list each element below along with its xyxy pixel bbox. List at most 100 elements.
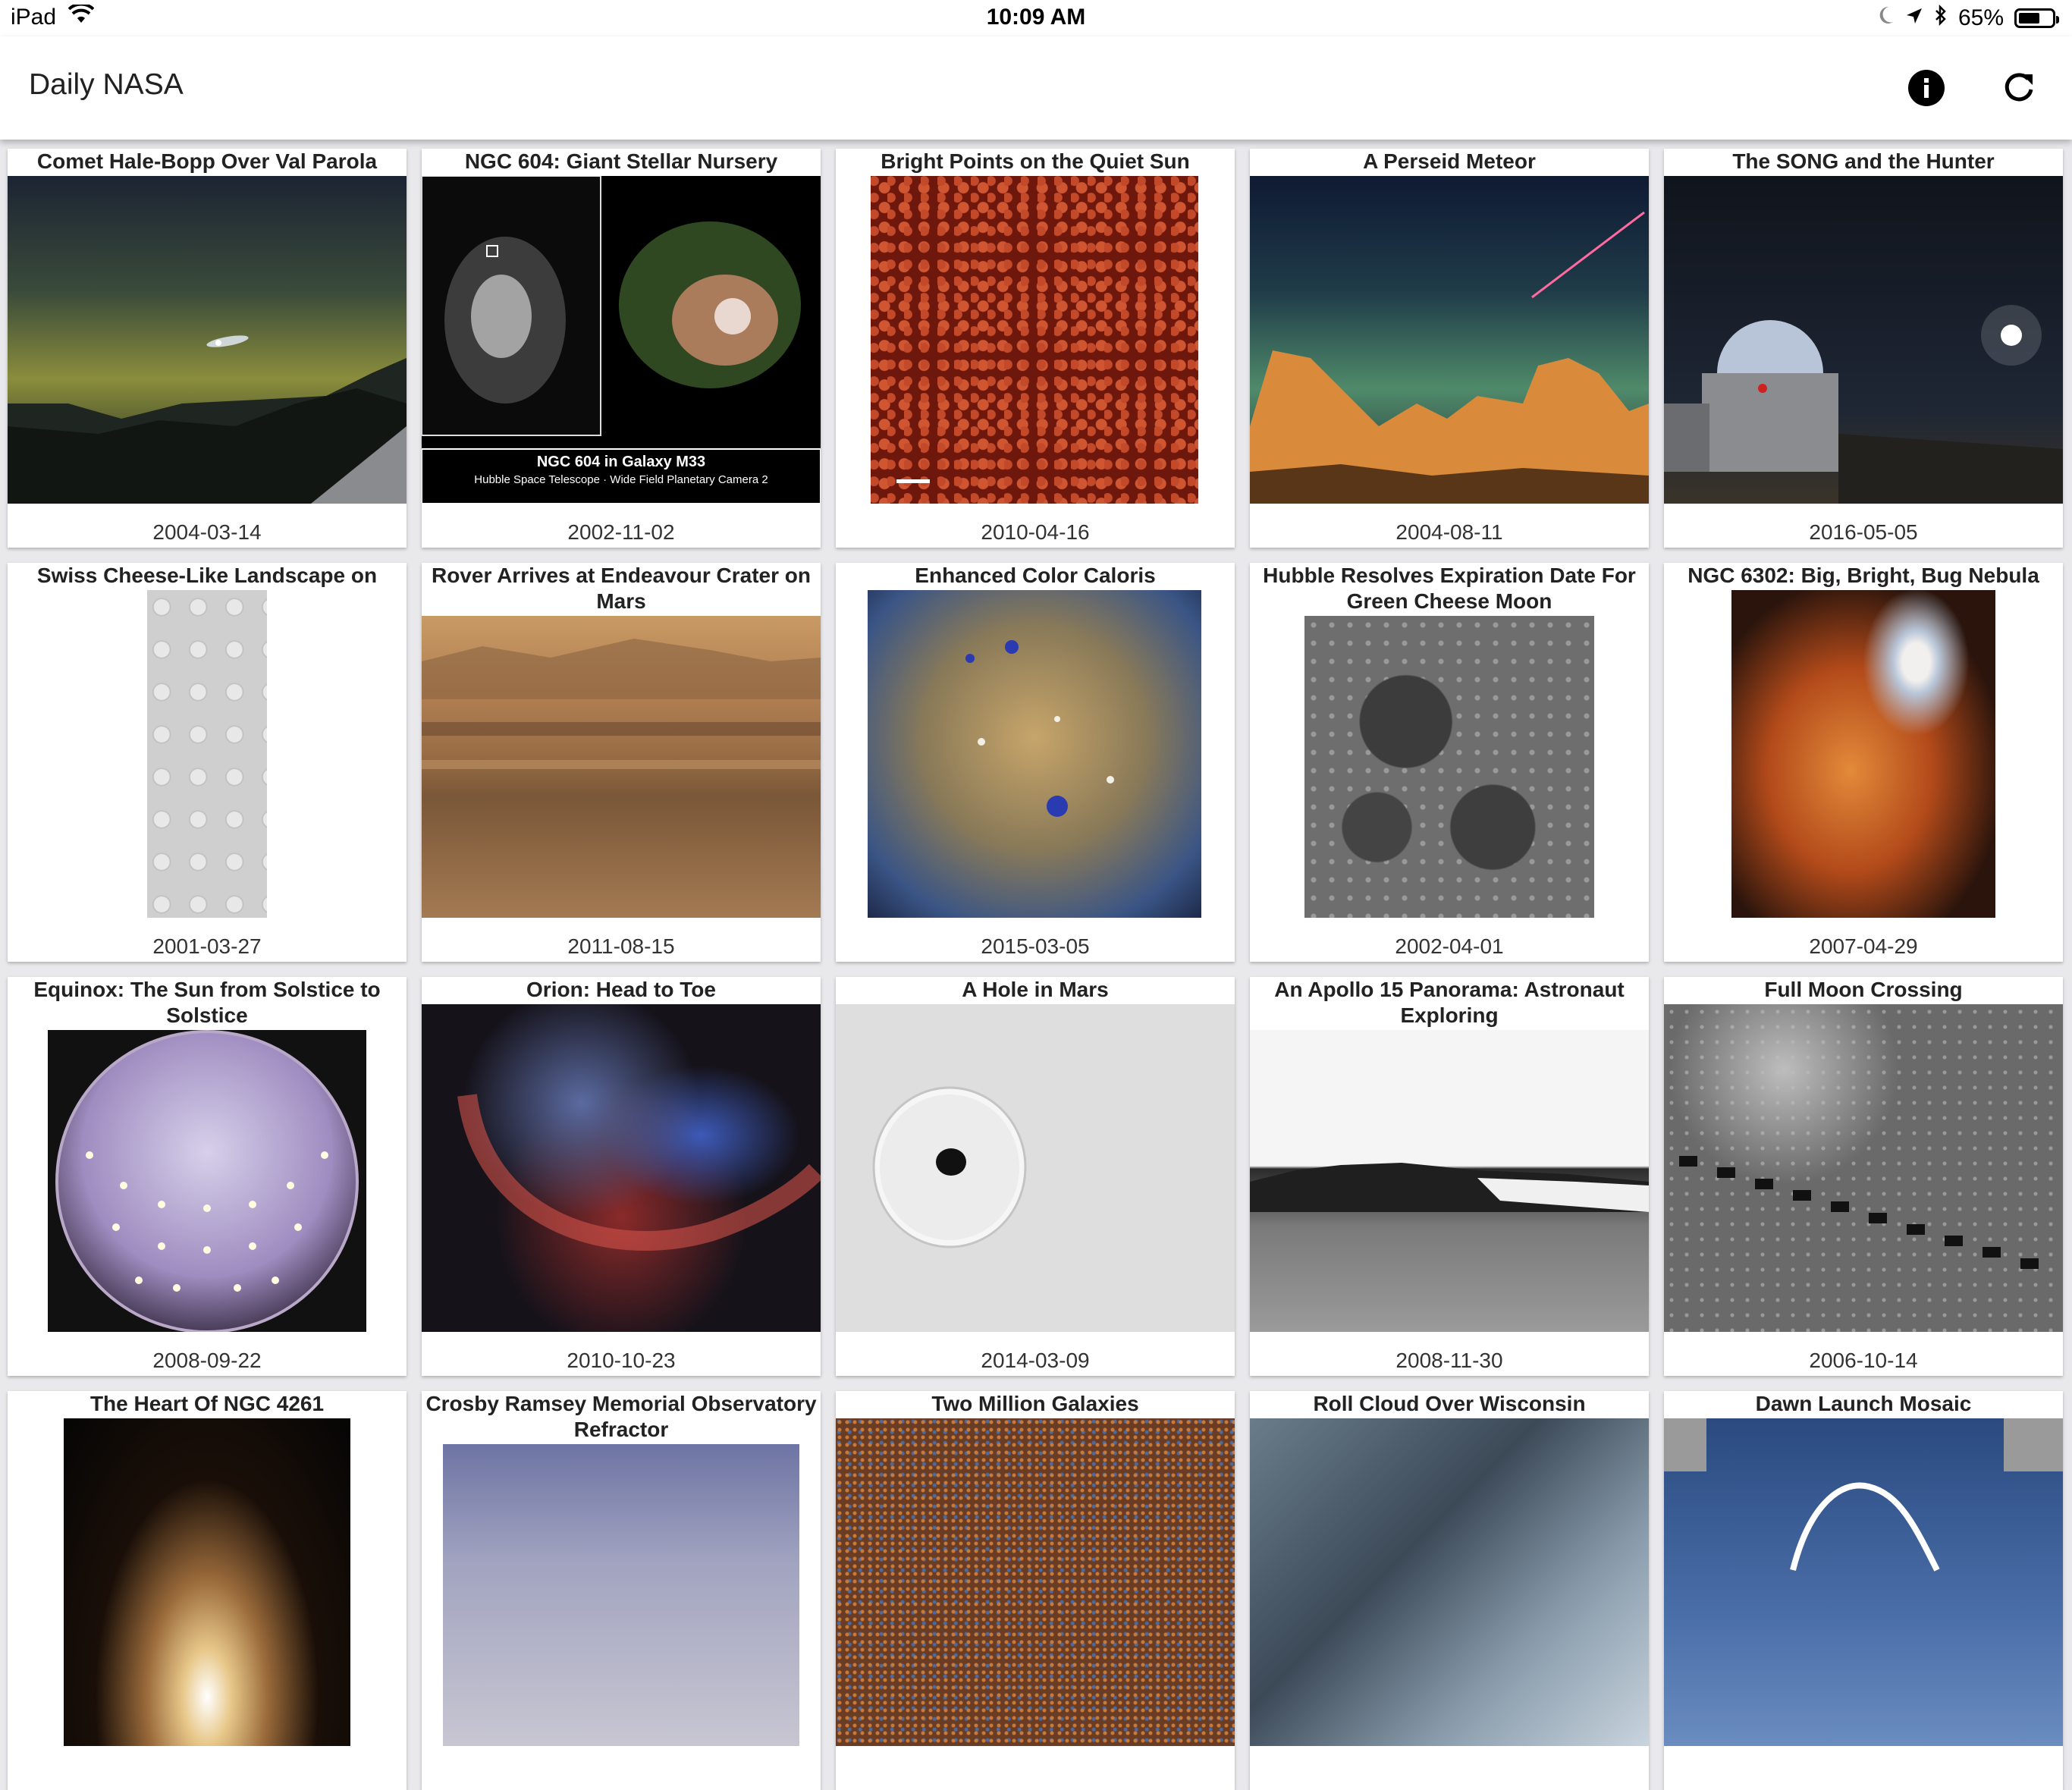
- card-thumbnail: [1664, 590, 2063, 918]
- battery-level: [2019, 13, 2040, 24]
- apod-card[interactable]: Dawn Launch Mosaic: [1664, 1391, 2063, 1790]
- apod-card[interactable]: Crosby Ramsey Memorial Observatory Refra…: [422, 1391, 821, 1790]
- apod-card[interactable]: Enhanced Color Caloris 2015-03-05: [836, 563, 1235, 962]
- card-thumbnail: [8, 590, 407, 918]
- info-button[interactable]: [1907, 68, 1946, 108]
- card-title: Crosby Ramsey Memorial Observatory Refra…: [425, 1392, 817, 1441]
- image: [1304, 616, 1594, 918]
- apod-card[interactable]: Bright Points on the Quiet Sun 2010-04-1…: [836, 149, 1235, 548]
- info-icon: [1908, 70, 1945, 106]
- app-bar: Daily NASA: [0, 36, 2072, 140]
- status-time: 10:09 AM: [986, 5, 1086, 30]
- card-thumbnail: [422, 1444, 821, 1746]
- card-date: 2011-08-15: [567, 934, 675, 958]
- card-thumbnail: [1664, 1418, 2063, 1746]
- apod-card[interactable]: NGC 604: Giant Stellar Nursery NGC 604 i…: [422, 149, 821, 548]
- image-subcaption: Hubble Space Telescope · Wide Field Plan…: [474, 473, 768, 486]
- card-date: 2007-04-29: [1809, 934, 1918, 958]
- app-title: Daily NASA: [29, 68, 184, 101]
- apod-card[interactable]: Orion: Head to Toe 2010-10-23: [422, 977, 821, 1376]
- card-date: 2010-04-16: [981, 520, 1090, 544]
- card-date: [1664, 1760, 2063, 1790]
- card-date: 2001-03-27: [152, 934, 262, 958]
- apod-card[interactable]: The Heart Of NGC 4261: [8, 1391, 407, 1790]
- apod-card[interactable]: A Perseid Meteor 2004-08-11: [1250, 149, 1649, 548]
- moon-icon: [1878, 5, 1895, 31]
- card-thumbnail: [836, 176, 1235, 504]
- card-date: 2002-11-02: [567, 520, 675, 544]
- card-title: Hubble Resolves Expiration Date For Gree…: [1263, 564, 1636, 613]
- card-date: 2014-03-09: [981, 1349, 1090, 1372]
- apod-card[interactable]: Roll Cloud Over Wisconsin: [1250, 1391, 1649, 1790]
- card-thumbnail: [8, 1030, 407, 1333]
- card-title: Equinox: The Sun from Solstice to Solsti…: [33, 978, 381, 1027]
- card-title: NGC 604: Giant Stellar Nursery: [464, 149, 778, 173]
- image: [48, 1030, 366, 1333]
- card-date: 2008-11-30: [1395, 1349, 1503, 1372]
- card-date: 2015-03-05: [981, 934, 1090, 958]
- card-date: 2006-10-14: [1809, 1349, 1918, 1372]
- card-title: Roll Cloud Over Wisconsin: [1313, 1392, 1586, 1415]
- card-thumbnail: NGC 604 in Galaxy M33 Hubble Space Teles…: [422, 175, 821, 504]
- apod-card[interactable]: Swiss Cheese-Like Landscape on Mars 2001…: [8, 563, 407, 962]
- card-date: 2016-05-05: [1809, 520, 1918, 544]
- card-thumbnail: [1250, 616, 1649, 918]
- apod-grid: Comet Hale-Bopp Over Val Parola Pass 200…: [8, 149, 2064, 1790]
- apod-card[interactable]: Comet Hale-Bopp Over Val Parola Pass 200…: [8, 149, 407, 548]
- apod-card[interactable]: Rover Arrives at Endeavour Crater on Mar…: [422, 563, 821, 962]
- card-title: The Heart Of NGC 4261: [89, 1392, 325, 1415]
- location-icon: [1905, 5, 1923, 31]
- card-thumbnail: [1250, 176, 1649, 504]
- apod-card[interactable]: A Hole in Mars 2014-03-09: [836, 977, 1235, 1376]
- image-caption: NGC 604 in Galaxy M33: [536, 454, 706, 470]
- apod-card[interactable]: Equinox: The Sun from Solstice to Solsti…: [8, 977, 407, 1376]
- card-thumbnail: [1664, 176, 2063, 504]
- card-date: 2008-09-22: [152, 1349, 262, 1372]
- card-thumbnail: [1250, 1030, 1649, 1332]
- apod-card[interactable]: Full Moon Crossing 2006-10-14: [1664, 977, 2063, 1376]
- apod-card[interactable]: An Apollo 15 Panorama: Astronaut Explori…: [1250, 977, 1649, 1376]
- card-title: NGC 6302: Big, Bright, Bug Nebula: [1687, 564, 2039, 587]
- card-thumbnail: [8, 176, 407, 504]
- card-thumbnail: [836, 1418, 1235, 1746]
- card-date: [8, 1760, 407, 1790]
- card-thumbnail: [8, 1418, 407, 1746]
- card-date: 2010-10-23: [567, 1349, 676, 1372]
- status-bar: iPad 10:09 AM 65%: [0, 0, 2072, 36]
- card-title: Dawn Launch Mosaic: [1755, 1392, 1972, 1415]
- refresh-icon: [2005, 73, 2033, 102]
- battery-percent: 65%: [1957, 5, 2004, 30]
- card-date: 2004-03-14: [152, 520, 262, 544]
- card-date: [836, 1760, 1235, 1790]
- card-title: Bright Points on the Quiet Sun: [881, 149, 1190, 173]
- card-title: Rover Arrives at Endeavour Crater on Mar…: [431, 564, 812, 613]
- image: [871, 176, 1198, 504]
- image: [443, 1444, 799, 1746]
- card-thumbnail: [422, 1004, 821, 1332]
- apod-card[interactable]: Two Million Galaxies: [836, 1391, 1235, 1790]
- card-date: 2002-04-01: [1395, 934, 1504, 958]
- card-title: The SONG and the Hunter: [1732, 149, 1995, 173]
- refresh-button[interactable]: [1999, 68, 2039, 108]
- card-title: Orion: Head to Toe: [526, 978, 716, 1001]
- image: [1664, 1418, 2063, 1746]
- card-thumbnail: [836, 590, 1235, 918]
- card-title: Enhanced Color Caloris: [915, 564, 1156, 587]
- image: [868, 590, 1201, 918]
- apod-card[interactable]: The SONG and the Hunter 2016-05-05: [1664, 149, 2063, 548]
- card-title: A Perseid Meteor: [1363, 149, 1536, 173]
- status-right: 65%: [1878, 4, 2059, 32]
- image: [147, 590, 267, 918]
- apod-card[interactable]: Hubble Resolves Expiration Date For Gree…: [1250, 563, 1649, 962]
- card-title: An Apollo 15 Panorama: Astronaut Explori…: [1274, 978, 1625, 1027]
- card-title: A Hole in Mars: [962, 978, 1109, 1001]
- card-thumbnail: [1664, 1004, 2063, 1332]
- card-title: Full Moon Crossing: [1764, 978, 1963, 1001]
- apod-card[interactable]: NGC 6302: Big, Bright, Bug Nebula 2007-0…: [1664, 563, 2063, 962]
- app-bar-actions: [1907, 68, 2039, 108]
- battery-icon: [2014, 8, 2059, 28]
- card-thumbnail: [422, 616, 821, 918]
- bluetooth-icon: [1934, 4, 1948, 32]
- card-date: [1250, 1760, 1649, 1790]
- card-date: 2004-08-11: [1395, 520, 1503, 544]
